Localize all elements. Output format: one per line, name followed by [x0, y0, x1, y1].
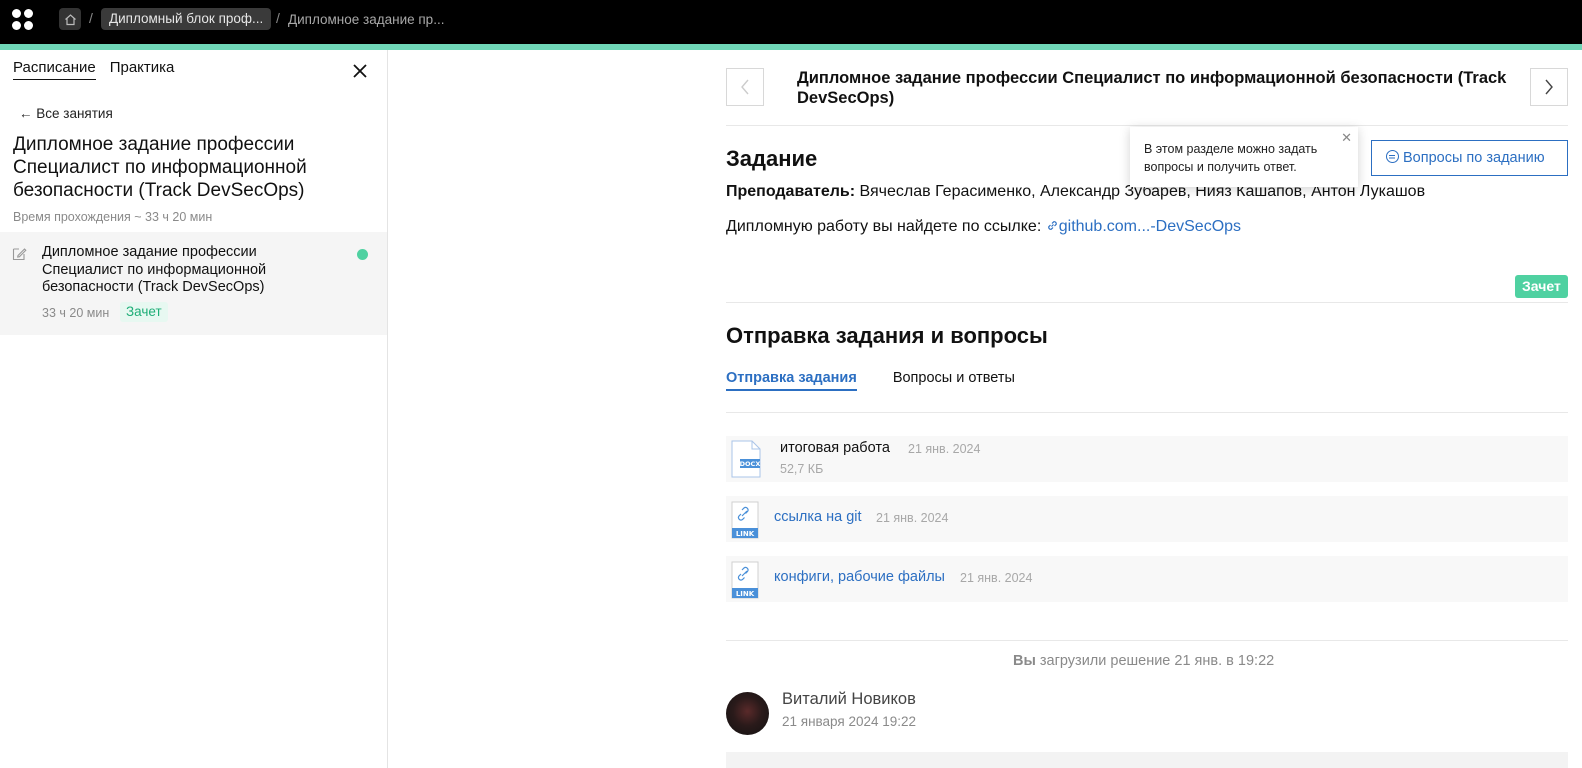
questions-button-label: Вопросы по заданию [1403, 150, 1545, 166]
file-name[interactable]: конфиги, рабочие файлы [774, 569, 945, 585]
lesson-item-title: Дипломное задание профессии Специалист п… [42, 244, 267, 295]
diploma-line: Дипломную работу вы найдете по ссылке: g… [726, 218, 1241, 236]
grade-badge: Зачет [1515, 275, 1568, 298]
chat-icon [1386, 150, 1399, 163]
all-lessons-label: Все занятия [36, 106, 113, 121]
tab-practice[interactable]: Практика [110, 59, 175, 80]
comment-author: Виталий Новиков [782, 690, 916, 708]
file-size: 52,7 КБ [780, 462, 824, 476]
chevron-left-icon [741, 79, 749, 95]
file-row[interactable]: LINK ссылка на git 21 янв. 2024 [726, 496, 1568, 542]
comment-date: 21 января 2024 19:22 [782, 714, 917, 729]
questions-tooltip: В этом разделе можно задать вопросы и по… [1130, 127, 1358, 187]
upload-author: Вы [1013, 653, 1036, 669]
divider [726, 302, 1568, 303]
diploma-link-label: github.com...-DevSecOps [1058, 218, 1242, 235]
diploma-link[interactable]: github.com...-DevSecOps [1046, 218, 1241, 235]
link-file-icon: LINK [731, 561, 759, 599]
divider [726, 412, 1568, 413]
file-date: 21 янв. 2024 [960, 571, 1033, 585]
link-icon [1047, 221, 1057, 230]
tooltip-text: В этом разделе можно задать вопросы и по… [1144, 142, 1318, 174]
link-file-icon: LINK [731, 501, 759, 539]
file-name: итоговая работа [780, 440, 890, 456]
questions-button[interactable]: Вопросы по заданию [1371, 140, 1568, 176]
app-logo-icon[interactable] [12, 9, 34, 31]
section-submit-heading: Отправка задания и вопросы [726, 323, 1048, 348]
close-icon[interactable] [351, 62, 369, 80]
divider [726, 125, 1568, 126]
lesson-item[interactable]: Дипломное задание профессии Специалист п… [0, 232, 387, 335]
prev-lesson-button[interactable] [726, 68, 764, 106]
svg-text:DOCX: DOCX [740, 460, 761, 468]
status-badge: Зачет [120, 302, 168, 322]
breadcrumb-separator: / [276, 10, 280, 26]
avatar[interactable] [726, 692, 769, 735]
tooltip-close-icon[interactable]: ✕ [1341, 129, 1352, 147]
sidebar: Расписание Практика ← Все занятия Диплом… [0, 50, 388, 768]
home-icon[interactable] [59, 8, 81, 30]
edit-icon [12, 246, 27, 261]
svg-text:LINK: LINK [736, 530, 755, 538]
svg-text:LINK: LINK [736, 590, 755, 598]
upload-text: загрузили решение 21 янв. в 19:22 [1039, 653, 1275, 669]
tab-schedule[interactable]: Расписание [13, 59, 96, 80]
arrow-left-icon: ← [19, 106, 33, 121]
docx-file-icon: DOCX [731, 440, 761, 478]
upload-status: Вы загрузили решение 21 янв. в 19:22 [1013, 653, 1274, 669]
breadcrumb-current: Дипломное задание пр... [288, 12, 445, 27]
divider [726, 640, 1568, 641]
file-name[interactable]: ссылка на git [774, 509, 862, 525]
top-bar: / Дипломный блок проф... / Дипломное зад… [0, 0, 1582, 44]
file-row[interactable]: DOCX итоговая работа 21 янв. 2024 52,7 К… [726, 436, 1568, 482]
submit-tabs: Отправка задания Вопросы и ответы [726, 370, 1015, 391]
breadcrumb-separator: / [89, 10, 93, 26]
file-date: 21 янв. 2024 [876, 511, 949, 525]
file-date: 21 янв. 2024 [908, 442, 981, 456]
chevron-right-icon [1545, 79, 1553, 95]
lesson-block-title: Дипломное задание профессии Специалист п… [13, 134, 307, 201]
section-task-heading: Задание [726, 146, 818, 171]
diploma-text: Дипломную работу вы найдете по ссылке: [726, 218, 1042, 235]
teacher-label: Преподаватель: [726, 183, 856, 200]
page-title: Дипломное задание профессии Специалист п… [797, 69, 1507, 107]
tab-questions[interactable]: Вопросы и ответы [893, 370, 1015, 391]
status-dot [357, 249, 368, 260]
lesson-item-duration: 33 ч 20 мин [42, 306, 110, 320]
all-lessons-link[interactable]: ← Все занятия [19, 106, 113, 121]
next-lesson-button[interactable] [1530, 68, 1568, 106]
duration-label: Время прохождения ~ 33 ч 20 мин [13, 210, 213, 224]
breadcrumb-course[interactable]: Дипломный блок проф... [101, 8, 272, 30]
file-row[interactable]: LINK конфиги, рабочие файлы 21 янв. 2024 [726, 556, 1568, 602]
tab-submission[interactable]: Отправка задания [726, 370, 857, 391]
comment-box [726, 752, 1568, 768]
sidebar-tabs: Расписание Практика [13, 59, 174, 80]
